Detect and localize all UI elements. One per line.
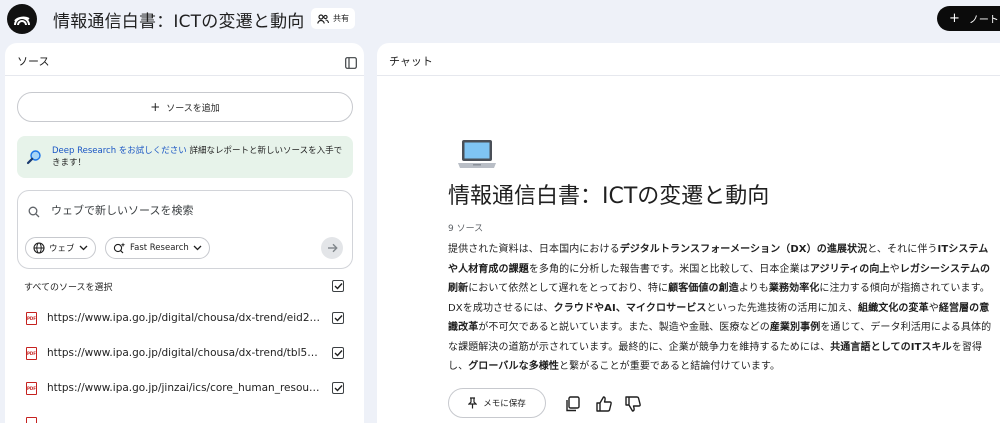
share-button[interactable]: 共有	[311, 8, 355, 29]
source-url[interactable]: https://www.ipa.go.jp/jinzai/ics/core_hu…	[47, 382, 322, 394]
select-all-label: すべてのソースを選択	[24, 283, 113, 293]
chevron-down-icon	[79, 245, 87, 251]
check-icon	[334, 315, 343, 322]
copy-icon[interactable]	[564, 395, 582, 413]
deep-research-banner[interactable]: Deep Research をお試しください 詳細なレポートと新しいソースを入手…	[17, 136, 353, 178]
chat-panel: チャット 情報通信白書：ICTの変遷と動向 9 ソース 提供された資料は、日本国…	[377, 43, 1000, 423]
add-source-label: ソースを追加	[166, 103, 220, 114]
summary-segment: デジタルトランスフォーメーション（DX）の進展状況	[619, 244, 868, 255]
fast-research-label: Fast Research	[130, 243, 189, 253]
sources-panel-title: ソース	[17, 55, 50, 68]
source-checkbox[interactable]	[332, 312, 344, 324]
summary-segment: 共通言語としてのITスキル	[830, 341, 952, 353]
new-note-button[interactable]: + ノート	[937, 6, 1000, 31]
collapse-panel-icon[interactable]	[345, 54, 357, 73]
research-mode-dropdown[interactable]: Fast Research	[105, 237, 210, 259]
check-icon	[334, 283, 343, 290]
chat-panel-title: チャット	[389, 55, 433, 68]
thumbs-up-icon[interactable]	[595, 395, 613, 413]
summary-segment: 提供された資料は、日本国内における	[448, 244, 620, 255]
check-icon	[334, 385, 343, 392]
chat-panel-header: チャット	[377, 43, 1000, 76]
source-count: 9 ソース	[448, 224, 484, 234]
plus-icon: +	[949, 11, 960, 26]
summary-segment: グローバルな多様性	[468, 361, 560, 372]
people-icon	[317, 13, 329, 24]
summary-segment: と、それに伴う	[867, 244, 938, 255]
summary-segment: 組織文化の変革	[858, 302, 929, 314]
summary-segment: が不可欠であると説いています。また、製造や金融、医療などの	[478, 322, 770, 333]
source-url[interactable]: https://www.ipa.go.jp/digital/chousa/dx-…	[47, 312, 322, 324]
search-input[interactable]: ウェブで新しいソースを検索	[51, 202, 193, 218]
source-item[interactable]: PDF https://www.ipa.go.jp/digital/chousa…	[5, 309, 364, 331]
search-icon	[28, 203, 40, 222]
app-header: 情報通信白書：ICTの変遷と動向 共有 + ノート	[0, 0, 1000, 40]
pdf-icon: PDF	[26, 382, 37, 395]
source-url[interactable]: https://www.ipa.go.jp/digital/chousa/dx-…	[47, 347, 322, 359]
web-chip-label: ウェブ	[49, 244, 75, 254]
select-all-checkbox[interactable]	[332, 280, 344, 292]
pin-icon	[468, 397, 478, 409]
summary-segment: を多角的に分析した報告書です。米国と比較して、日本企業は	[528, 263, 810, 275]
add-source-button[interactable]: + ソースを追加	[17, 92, 353, 122]
notebook-title: 情報通信白書：ICTの変遷と動向	[448, 184, 770, 209]
sparkle-search-icon	[113, 242, 126, 254]
save-memo-label: メモに保存	[483, 399, 526, 409]
summary-segment: において依然として遅れをとっており、特に	[468, 283, 669, 294]
summary-segment: や	[928, 302, 939, 314]
globe-icon	[33, 242, 45, 254]
magnifier-icon	[26, 149, 42, 169]
check-icon	[334, 350, 343, 357]
pdf-icon: PDF	[26, 312, 37, 325]
summary-segment: 顧客価値の創造	[668, 283, 739, 294]
save-to-note-button[interactable]: メモに保存	[448, 388, 546, 418]
sources-panel-header: ソース	[5, 43, 364, 76]
arrow-right-icon	[327, 243, 338, 253]
notebook-title-header[interactable]: 情報通信白書：ICTの変遷と動向	[53, 7, 304, 32]
summary-segment: と繋がることが重要であると結論付けています。	[559, 361, 781, 372]
summary-segment: クラウドやAI、マイクロサービス	[553, 302, 707, 314]
source-checkbox[interactable]	[332, 382, 344, 394]
web-source-search-box: ウェブで新しいソースを検索 ウェブ Fast Research	[17, 190, 353, 269]
source-checkbox[interactable]	[332, 347, 344, 359]
summary-segment: アジリティの向上	[809, 263, 890, 275]
source-item[interactable]: PDF https://www.ipa.go.jp/jinzai/ics/cor…	[5, 379, 364, 401]
thumbs-down-icon[interactable]	[624, 395, 642, 413]
source-item[interactable]	[5, 414, 364, 423]
summary-segment: 産業別事例	[769, 322, 821, 333]
summary-segment: や	[889, 263, 900, 275]
summary-segment: 業務効率化	[768, 283, 820, 294]
sources-panel: ソース + ソースを追加 Deep Research をお試しください 詳細なレ…	[5, 43, 364, 423]
plus-icon: +	[150, 100, 161, 114]
summary-segment: といった先進技術の活用に加え、	[706, 302, 859, 314]
source-item[interactable]: PDF https://www.ipa.go.jp/digital/chousa…	[5, 344, 364, 366]
notebook-summary: 提供された資料は、日本国内におけるデジタルトランスフォーメーション（DX）の進展…	[448, 240, 996, 377]
new-note-label: ノート	[968, 15, 999, 26]
deep-research-text: Deep Research をお試しください 詳細なレポートと新しいソースを入手…	[52, 145, 347, 169]
share-label: 共有	[333, 14, 349, 23]
deep-research-link[interactable]: Deep Research をお試しください	[52, 146, 187, 156]
notebooklm-logo-icon[interactable]	[7, 4, 37, 34]
summary-segment: よりも	[738, 283, 769, 294]
web-source-type-dropdown[interactable]: ウェブ	[25, 237, 96, 259]
chevron-down-icon	[193, 245, 202, 251]
submit-search-button[interactable]	[321, 237, 343, 259]
laptop-icon	[457, 138, 497, 170]
pdf-icon	[26, 417, 37, 423]
pdf-icon: PDF	[26, 347, 37, 360]
